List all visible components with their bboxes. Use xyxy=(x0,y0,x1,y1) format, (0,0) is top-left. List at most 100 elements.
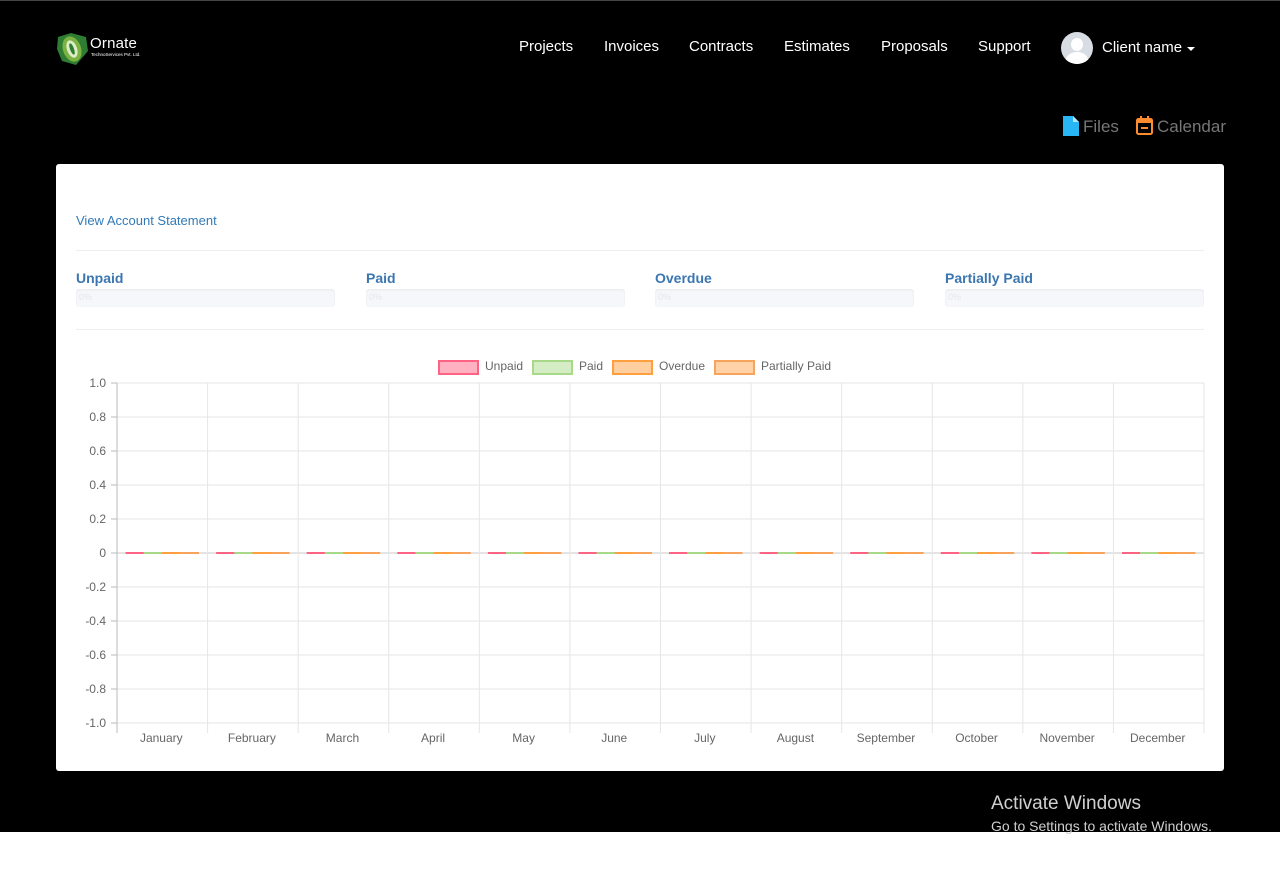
bar-unpaid xyxy=(487,552,508,554)
bar-paid xyxy=(596,552,616,554)
file-icon xyxy=(1063,116,1079,136)
bar-paid xyxy=(1049,552,1069,554)
bar-paid xyxy=(234,552,254,554)
bar-overdue xyxy=(161,552,181,554)
user-avatar-icon[interactable] xyxy=(1061,32,1093,64)
bar-overdue xyxy=(342,552,363,554)
stat-title[interactable]: Partially Paid xyxy=(945,270,1205,288)
y-tick-label: -0.2 xyxy=(85,580,106,594)
bar-unpaid xyxy=(669,552,689,554)
bar-unpaid xyxy=(850,552,870,554)
legend-label: Unpaid xyxy=(485,359,524,373)
x-tick-label: May xyxy=(512,731,535,745)
y-tick-label: -0.4 xyxy=(85,614,106,628)
bar-unpaid xyxy=(759,552,779,554)
x-tick-label: August xyxy=(777,731,815,745)
x-tick-label: July xyxy=(694,731,715,745)
x-tick-label: October xyxy=(955,731,998,745)
bar-unpaid xyxy=(578,552,598,554)
caret-down-icon[interactable] xyxy=(1187,47,1195,51)
stat-title[interactable]: Paid xyxy=(366,270,626,288)
bar-partially-paid xyxy=(542,552,562,554)
legend-swatch xyxy=(532,360,573,375)
bar-overdue xyxy=(1158,552,1178,554)
nav-proposals[interactable]: Proposals xyxy=(881,38,948,55)
bar-paid xyxy=(143,552,163,554)
brand-tagline: TechnoServices Pvt. Ltd. xyxy=(91,52,141,57)
stat-overdue[interactable]: Overdue 0% xyxy=(655,270,915,307)
view-account-statement-link[interactable]: View Account Statement xyxy=(76,213,217,228)
stat-partially-paid[interactable]: Partially Paid 0% xyxy=(945,270,1205,307)
files-link[interactable]: Files xyxy=(1063,115,1123,137)
bar-partially-paid xyxy=(361,552,381,554)
brand-name: Ornate xyxy=(90,35,138,52)
legend-label: Paid xyxy=(579,359,604,373)
bar-unpaid xyxy=(125,552,145,554)
bar-partially-paid xyxy=(179,552,200,554)
progress-percent: 0% xyxy=(658,292,672,302)
nav-projects[interactable]: Projects xyxy=(519,38,573,55)
nav-invoices[interactable]: Invoices xyxy=(604,38,659,55)
bar-unpaid xyxy=(940,552,960,554)
x-tick-label: April xyxy=(421,731,445,745)
app-window: Ornate TechnoServices Pvt. Ltd. Projects… xyxy=(0,0,1280,834)
bar-overdue xyxy=(252,552,272,554)
x-tick-label: June xyxy=(601,731,627,745)
bar-partially-paid xyxy=(451,552,471,554)
progress-bar: 0% xyxy=(945,289,1204,307)
stat-paid[interactable]: Paid 0% xyxy=(366,270,626,307)
activate-windows-subtitle: Go to Settings to activate Windows. xyxy=(991,818,1212,834)
bar-paid xyxy=(777,552,797,554)
x-tick-label: February xyxy=(228,731,276,745)
y-tick-label: -1.0 xyxy=(85,716,106,730)
legend-swatch xyxy=(438,360,479,375)
x-tick-label: March xyxy=(326,731,359,745)
bar-overdue xyxy=(795,552,815,554)
activate-windows-title: Activate Windows xyxy=(991,793,1141,814)
progress-percent: 0% xyxy=(948,292,962,302)
bar-overdue xyxy=(977,552,997,554)
x-tick-label: September xyxy=(857,731,916,745)
bar-unpaid xyxy=(1031,552,1051,554)
bar-paid xyxy=(415,552,435,554)
legend-label: Partially Paid xyxy=(761,359,832,373)
bar-partially-paid xyxy=(270,552,290,554)
y-tick-label: -0.8 xyxy=(85,682,106,696)
nav-contracts[interactable]: Contracts xyxy=(689,38,753,55)
progress-percent: 0% xyxy=(369,292,383,302)
bar-partially-paid xyxy=(995,552,1015,554)
nav-estimates[interactable]: Estimates xyxy=(784,38,850,55)
x-tick-label: November xyxy=(1039,731,1094,745)
bar-paid xyxy=(958,552,979,554)
bar-paid xyxy=(1140,552,1160,554)
legend-swatch xyxy=(714,360,755,375)
calendar-link[interactable]: Calendar xyxy=(1136,115,1228,137)
user-name[interactable]: Client name xyxy=(1102,39,1182,56)
y-tick-label: 0.2 xyxy=(89,512,106,526)
bar-partially-paid xyxy=(632,552,652,554)
brand-logo[interactable]: Ornate TechnoServices Pvt. Ltd. xyxy=(56,31,156,67)
y-tick-label: 0.8 xyxy=(89,410,106,424)
legend-swatch xyxy=(612,360,653,375)
nav-support[interactable]: Support xyxy=(978,38,1031,55)
invoice-bar-chart: 1.0 0.8 0.6 0.4 0.2 0 -0.2 -0.4 -0.6 -0.8 -1.0 Janu… xyxy=(85,376,1205,745)
leaf-logo-icon xyxy=(57,33,88,65)
y-tick-label: -0.6 xyxy=(85,648,106,662)
stat-title[interactable]: Overdue xyxy=(655,270,915,288)
legend-label: Overdue xyxy=(659,359,706,373)
bar-overdue xyxy=(705,552,725,554)
stat-unpaid[interactable]: Unpaid 0% xyxy=(76,270,336,307)
bar-partially-paid xyxy=(904,552,924,554)
bar-overdue xyxy=(614,552,634,554)
stat-title[interactable]: Unpaid xyxy=(76,270,336,288)
x-tick-label: December xyxy=(1130,731,1185,745)
bar-paid xyxy=(868,552,888,554)
bar-paid xyxy=(324,552,344,554)
bar-partially-paid xyxy=(813,552,834,554)
bar-unpaid xyxy=(1121,552,1142,554)
bar-overdue xyxy=(886,552,906,554)
bar-paid xyxy=(506,552,526,554)
bar-overdue xyxy=(1067,552,1087,554)
progress-bar: 0% xyxy=(76,289,335,307)
files-label: Files xyxy=(1083,117,1119,136)
